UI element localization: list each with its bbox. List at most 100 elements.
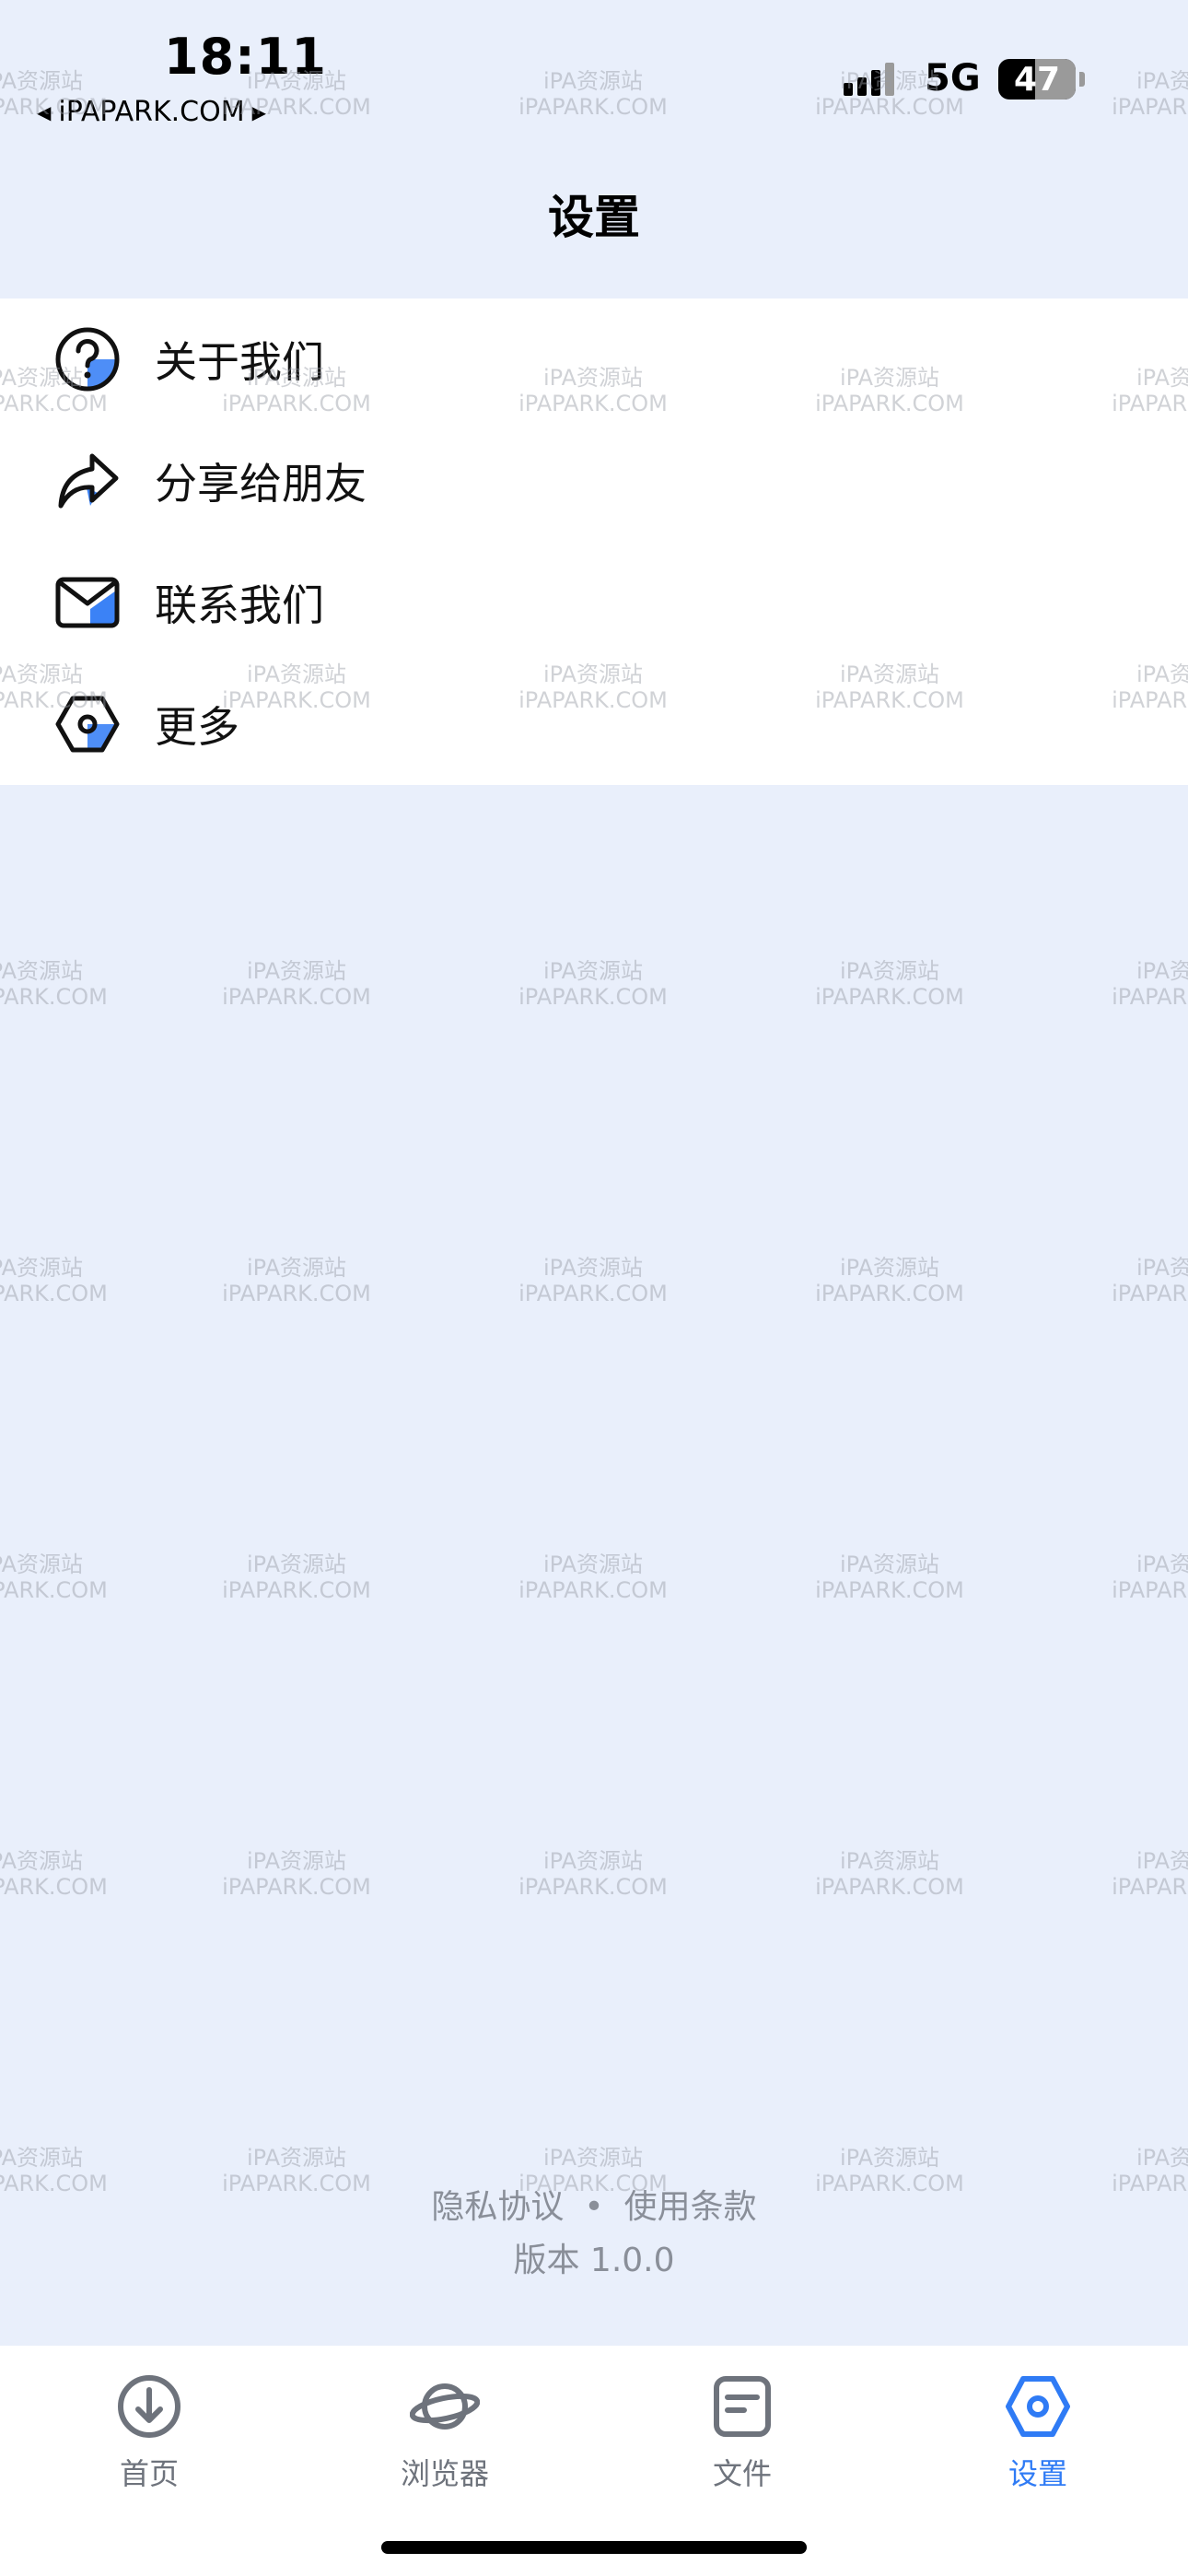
watermark-line-2: iPAPARK.COM (1112, 984, 1188, 1010)
menu-item-label: 分享给朋友 (155, 459, 367, 509)
network-type: 5G (925, 57, 981, 100)
battery-tip (1079, 72, 1085, 87)
tab-home[interactable]: 首页 (57, 2371, 241, 2510)
mail-icon (55, 577, 120, 628)
separator-dot: • (584, 2188, 604, 2226)
legal-links: 隐私协议 • 使用条款 (0, 2180, 1188, 2228)
watermark-line-1: iPA资源站 (839, 958, 940, 984)
watermark-text: iPA资源站iPAPARK.COM (788, 1255, 991, 1306)
watermark-line-2: iPAPARK.COM (222, 1577, 371, 1603)
menu-item-label: 联系我们 (155, 580, 324, 630)
page-title: 设置 (548, 191, 640, 244)
watermark-line-1: iPA资源站 (0, 1255, 84, 1281)
watermark-line-2: iPAPARK.COM (815, 1577, 964, 1603)
planet-icon (410, 2383, 480, 2430)
menu-item-label: 更多 (155, 702, 239, 752)
status-back-link[interactable]: ◀ iPAPARK.COM ▶ (37, 96, 266, 128)
watermark-line-1: iPA资源站 (542, 1848, 644, 1874)
version-label: 版本 1.0.0 (513, 2242, 675, 2279)
watermark-line-1: iPA资源站 (0, 1848, 84, 1874)
watermark-line-2: iPAPARK.COM (222, 1874, 371, 1900)
watermark-line-1: iPA资源站 (1136, 1848, 1188, 1874)
tab-label: 浏览器 (400, 2456, 489, 2491)
watermark-text: iPA资源站iPAPARK.COM (492, 1255, 694, 1306)
watermark-line-2: iPAPARK.COM (518, 984, 668, 1010)
tab-browser[interactable]: 浏览器 (353, 2371, 537, 2510)
tab-label: 设置 (1007, 2456, 1067, 2491)
watermark-line-2: iPAPARK.COM (0, 1874, 108, 1900)
watermark-line-2: iPAPARK.COM (518, 94, 668, 120)
home-indicator (381, 2541, 807, 2554)
settings-menu: 关于我们 分享给朋友 联系我们 更多 (0, 299, 1188, 785)
watermark-line-1: iPA资源站 (1136, 1255, 1188, 1281)
watermark-text: iPA资源站iPAPARK.COM (788, 958, 991, 1010)
watermark-text: iPA资源站iPAPARK.COM (492, 1848, 694, 1900)
watermark-line-1: iPA资源站 (246, 958, 347, 984)
watermark-line-2: iPAPARK.COM (1112, 1281, 1188, 1306)
watermark-text: iPA资源站iPAPARK.COM (788, 1551, 991, 1603)
battery-icon: 47 (998, 59, 1076, 100)
watermark-text: iPA资源站iPAPARK.COM (0, 1848, 134, 1900)
watermark-text: iPA资源站iPAPARK.COM (1085, 958, 1188, 1010)
watermark-line-2: iPAPARK.COM (815, 1281, 964, 1306)
watermark-text: iPA资源站iPAPARK.COM (195, 1255, 398, 1306)
watermark-line-2: iPAPARK.COM (222, 1281, 371, 1306)
watermark-text: iPA资源站iPAPARK.COM (195, 958, 398, 1010)
watermark-text: iPA资源站iPAPARK.COM (0, 1551, 134, 1603)
question-circle-icon (55, 327, 120, 392)
menu-item-label: 关于我们 (155, 337, 324, 387)
watermark-line-1: iPA资源站 (542, 958, 644, 984)
tab-files[interactable]: 文件 (650, 2371, 834, 2510)
menu-item-more[interactable]: 更多 (0, 663, 1188, 785)
watermark-line-2: iPAPARK.COM (518, 1577, 668, 1603)
watermark-line-1: iPA资源站 (839, 1848, 940, 1874)
menu-item-contact[interactable]: 联系我们 (0, 542, 1188, 663)
watermark-line-1: iPA资源站 (246, 1848, 347, 1874)
watermark-line-1: iPA资源站 (542, 1551, 644, 1577)
watermark-line-2: iPAPARK.COM (1112, 94, 1188, 120)
tab-settings[interactable]: 设置 (946, 2371, 1130, 2510)
watermark-text: iPA资源站iPAPARK.COM (195, 1551, 398, 1603)
status-time: 18:11 (164, 28, 327, 86)
watermark-line-1: iPA资源站 (839, 1551, 940, 1577)
watermark-line-1: iPA资源站 (246, 2145, 347, 2171)
watermark-line-1: iPA资源站 (246, 1255, 347, 1281)
watermark-line-1: iPA资源站 (0, 1551, 84, 1577)
watermark-line-2: iPAPARK.COM (222, 984, 371, 1010)
watermark-line-2: iPAPARK.COM (815, 1874, 964, 1900)
watermark-text: iPA资源站iPAPARK.COM (1085, 1255, 1188, 1306)
watermark-text: iPA资源站iPAPARK.COM (1085, 1551, 1188, 1603)
watermark-text: iPA资源站iPAPARK.COM (1085, 68, 1188, 120)
terms-link[interactable]: 使用条款 (624, 2188, 757, 2226)
watermark-line-1: iPA资源站 (246, 1551, 347, 1577)
watermark-line-1: iPA资源站 (839, 1255, 940, 1281)
status-carrier-label: iPAPARK.COM (58, 96, 245, 128)
watermark-text: iPA资源站iPAPARK.COM (492, 1551, 694, 1603)
watermark-line-2: iPAPARK.COM (0, 984, 108, 1010)
back-triangle-icon: ◀ (37, 100, 52, 123)
watermark-text: iPA资源站iPAPARK.COM (492, 68, 694, 120)
watermark-text: iPA资源站iPAPARK.COM (1085, 1848, 1188, 1900)
tab-label: 首页 (119, 2456, 179, 2491)
watermark-text: iPA资源站iPAPARK.COM (195, 1848, 398, 1900)
watermark-line-1: iPA资源站 (1136, 958, 1188, 984)
watermark-text: iPA资源站iPAPARK.COM (0, 958, 134, 1010)
watermark-line-1: iPA资源站 (542, 68, 644, 94)
watermark-line-2: iPAPARK.COM (518, 1874, 668, 1900)
forward-triangle-icon: ▶ (251, 100, 267, 123)
download-circle-icon (118, 2375, 181, 2438)
watermark-line-1: iPA资源站 (0, 2145, 84, 2171)
privacy-link[interactable]: 隐私协议 (431, 2188, 564, 2226)
watermark-line-2: iPAPARK.COM (0, 1577, 108, 1603)
document-icon (714, 2376, 771, 2437)
watermark-text: iPA资源站iPAPARK.COM (0, 1255, 134, 1306)
watermark-line-1: iPA资源站 (0, 68, 84, 94)
battery-level: 47 (1013, 60, 1061, 99)
tab-label: 文件 (712, 2456, 772, 2491)
menu-item-share[interactable]: 分享给朋友 (0, 420, 1188, 542)
menu-item-about[interactable]: 关于我们 (0, 299, 1188, 420)
watermark-line-1: iPA资源站 (0, 958, 84, 984)
hexagon-gear-icon (55, 696, 120, 753)
share-arrow-icon (58, 453, 119, 509)
watermark-line-2: iPAPARK.COM (518, 1281, 668, 1306)
